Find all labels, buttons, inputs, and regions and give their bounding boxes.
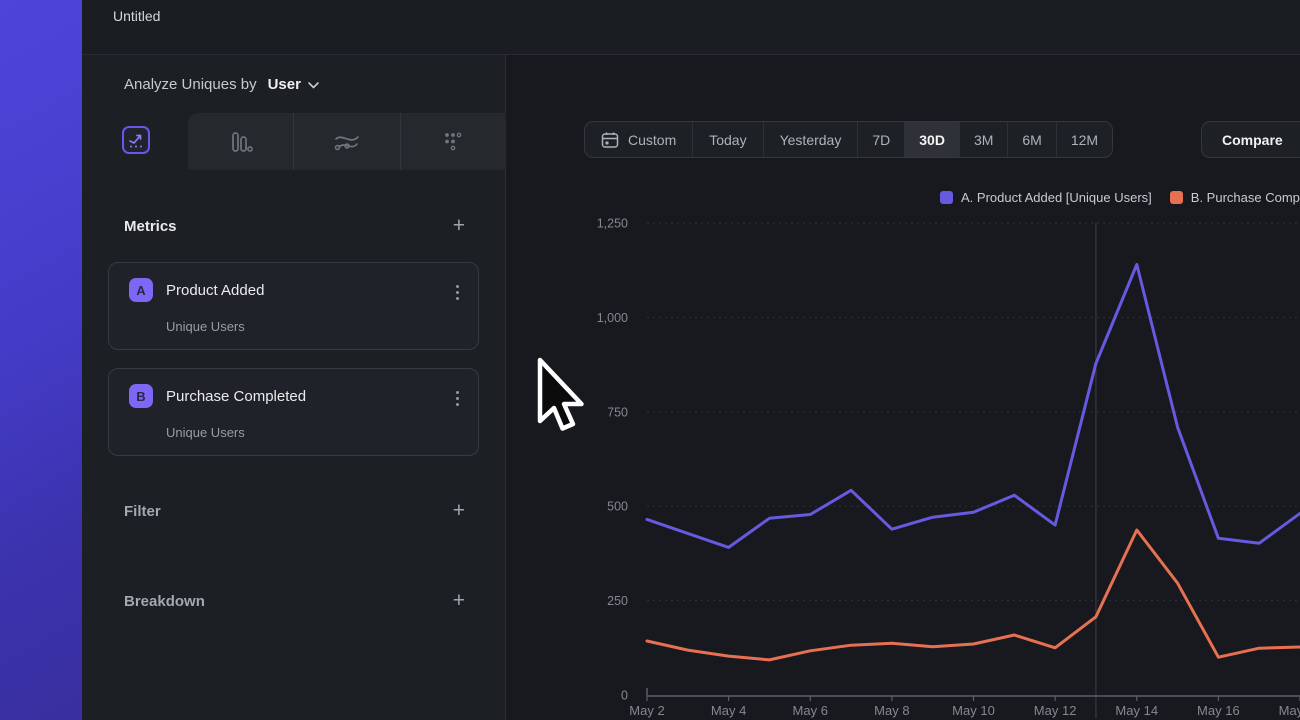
kebab-menu-icon[interactable] [456,285,459,300]
x-tick-label: May 2 [629,703,664,718]
compare-button[interactable]: Compare [1201,121,1300,158]
line-chart[interactable]: 0 250 500 750 1,000 1,250 May 2 May 4 May 6 May 8… [580,210,1300,720]
tab-flows[interactable] [293,113,399,170]
chart-type-tabbar [188,113,506,170]
legend-item[interactable]: B. Purchase Completed [Unique Users] [1170,190,1300,205]
metrics-section-header: Metrics + [124,217,465,235]
analyze-label: Analyze Uniques by [124,76,257,93]
report-title[interactable]: Untitled [113,8,160,24]
y-tick-label: 250 [607,594,628,608]
range-button-30d[interactable]: 30D [904,122,959,157]
filter-section-header: Filter + [124,502,465,520]
analyze-uniques-row: Analyze Uniques by User [124,75,319,93]
range-label: 30D [919,132,945,148]
metric-name: Purchase Completed [166,388,306,405]
y-tick-label: 0 [621,689,628,703]
range-button-custom[interactable]: Custom [585,122,692,157]
add-breakdown-button[interactable]: + [453,592,465,610]
range-label: Custom [628,132,676,148]
breakdown-title: Breakdown [124,593,205,610]
kebab-menu-icon[interactable] [456,391,459,406]
breakdown-section-header: Breakdown + [124,592,465,610]
legend-swatch [1170,191,1183,204]
chevron-down-icon[interactable] [308,76,319,93]
range-button-3m[interactable]: 3M [959,122,1007,157]
metric-measure[interactable]: Unique Users [166,319,245,334]
legend-label: B. Purchase Completed [Unique Users] [1191,190,1300,205]
y-tick-label: 750 [607,405,628,419]
x-tick-label: May 6 [793,703,828,718]
x-tick-label: May 8 [874,703,909,718]
compare-label: Compare [1222,132,1283,148]
y-tick-label: 1,000 [597,311,628,325]
range-label: 6M [1022,132,1041,148]
y-tick-label: 1,250 [597,217,628,231]
segmentation-grid-icon [442,131,464,153]
chart-line-b[interactable] [647,530,1300,660]
range-label: Yesterday [780,132,842,148]
tab-segmentation[interactable] [400,113,506,170]
metric-card-a[interactable]: A Product Added Unique Users [108,262,479,350]
metric-name: Product Added [166,282,264,299]
range-button-6m[interactable]: 6M [1007,122,1055,157]
range-button-12m[interactable]: 12M [1056,122,1112,157]
metrics-title: Metrics [124,218,177,235]
add-filter-button[interactable]: + [453,502,465,520]
range-label: 12M [1071,132,1098,148]
legend-label: A. Product Added [Unique Users] [961,190,1152,205]
add-metric-button[interactable]: + [453,217,465,235]
y-tick-label: 500 [607,500,628,514]
range-label: 7D [872,132,890,148]
metric-badge-b: B [129,384,153,408]
tab-funnel[interactable] [188,113,293,170]
top-bar: Untitled [82,0,1300,55]
range-button-yesterday[interactable]: Yesterday [763,122,858,157]
x-tick-label: May 10 [952,703,995,718]
x-tick-label: May 14 [1115,703,1158,718]
chart-panel: Custom Today Yesterday 7D 30D 3M 6M 12M Compare… [506,55,1300,720]
range-label: 3M [974,132,993,148]
x-tick-label: May 12 [1034,703,1077,718]
query-sidebar: Analyze Uniques by User [82,55,506,720]
metric-card-b[interactable]: B Purchase Completed Unique Users [108,368,479,456]
metric-measure[interactable]: Unique Users [166,425,245,440]
desktop-gradient-strip [0,0,82,720]
x-tick-label: May 16 [1197,703,1240,718]
chart-line-a[interactable] [647,265,1300,548]
date-range-segmented-control: Custom Today Yesterday 7D 30D 3M 6M 12M [584,121,1113,158]
legend-item[interactable]: A. Product Added [Unique Users] [940,190,1152,205]
app-window: Untitled Analyze Uniques by User [0,0,1300,720]
x-tick-label: May 4 [711,703,746,718]
range-button-today[interactable]: Today [692,122,762,157]
flows-icon [333,131,361,153]
analyze-by-dropdown[interactable]: User [268,76,301,93]
x-tick-label: May 18 [1279,703,1300,718]
line-chart-icon [128,132,145,149]
legend-swatch [940,191,953,204]
filter-title: Filter [124,503,161,520]
range-button-7d[interactable]: 7D [857,122,904,157]
chart-legend: A. Product Added [Unique Users] B. Purcha… [940,190,1300,205]
range-label: Today [709,132,746,148]
calendar-icon [601,131,619,149]
funnel-bars-icon [228,130,254,154]
tab-insights-line-chart[interactable] [122,126,150,154]
metric-badge-a: A [129,278,153,302]
